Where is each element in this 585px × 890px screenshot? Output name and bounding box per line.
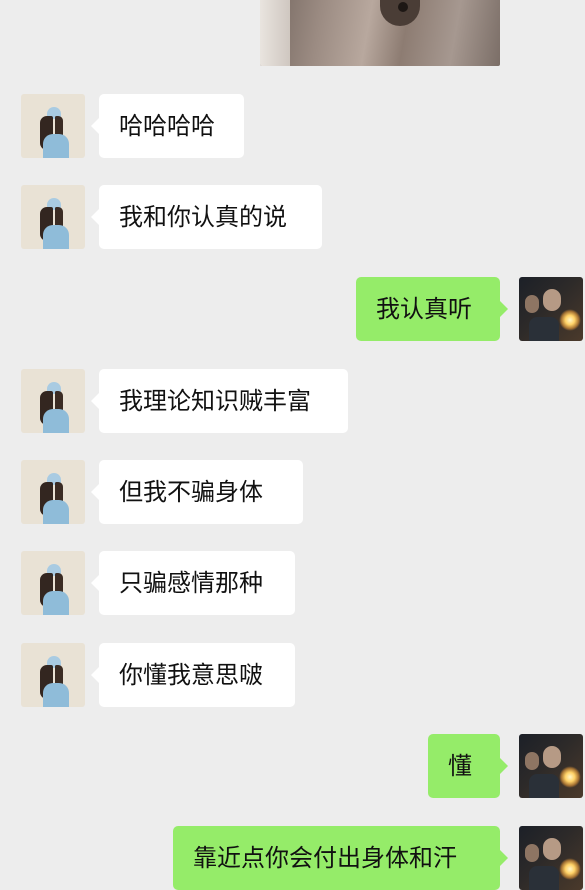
contact-avatar[interactable] <box>21 94 85 158</box>
contact-avatar[interactable] <box>21 460 85 524</box>
message-bubble-outgoing[interactable]: 我认真听 <box>356 277 508 341</box>
my-avatar[interactable] <box>519 734 583 798</box>
contact-avatar[interactable] <box>21 551 85 615</box>
image-content <box>398 2 408 12</box>
avatar-detail <box>543 289 561 311</box>
image-message[interactable] <box>260 0 500 66</box>
message-bubble-incoming[interactable]: 我和你认真的说 <box>91 185 322 249</box>
chat-message-area[interactable]: 哈哈哈哈 我和你认真的说 我认真听 我理论知识贼丰富 但我不骗身体 只骗感情那种… <box>0 0 585 890</box>
message-bubble-incoming[interactable]: 我理论知识贼丰富 <box>91 369 348 433</box>
my-avatar[interactable] <box>519 826 583 890</box>
message-bubble-incoming[interactable]: 你懂我意思啵 <box>91 643 295 707</box>
image-content <box>260 0 290 66</box>
avatar-detail <box>43 409 69 433</box>
avatar-detail <box>43 591 69 615</box>
sparkler-detail <box>559 309 581 331</box>
sparkler-detail <box>559 766 581 788</box>
contact-avatar[interactable] <box>21 369 85 433</box>
contact-avatar[interactable] <box>21 643 85 707</box>
avatar-detail <box>525 295 539 313</box>
message-bubble-incoming[interactable]: 只骗感情那种 <box>91 551 295 615</box>
message-bubble-incoming[interactable]: 哈哈哈哈 <box>91 94 244 158</box>
message-bubble-incoming[interactable]: 但我不骗身体 <box>91 460 303 524</box>
avatar-detail <box>43 500 69 524</box>
avatar-detail <box>529 774 559 798</box>
message-bubble-outgoing[interactable]: 靠近点你会付出身体和汗 <box>173 826 508 890</box>
avatar-detail <box>529 866 559 890</box>
avatar-detail <box>43 225 69 249</box>
avatar-detail <box>543 746 561 768</box>
avatar-detail <box>525 752 539 770</box>
my-avatar[interactable] <box>519 277 583 341</box>
contact-avatar[interactable] <box>21 185 85 249</box>
avatar-detail <box>543 838 561 860</box>
avatar-detail <box>43 134 69 158</box>
avatar-detail <box>529 317 559 341</box>
avatar-detail <box>525 844 539 862</box>
avatar-detail <box>43 683 69 707</box>
sparkler-detail <box>559 858 581 880</box>
message-bubble-outgoing[interactable]: 懂 <box>428 734 508 798</box>
